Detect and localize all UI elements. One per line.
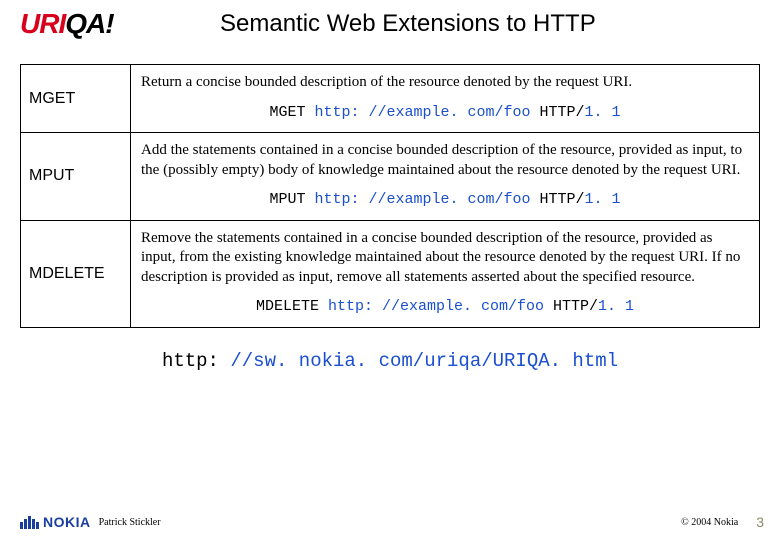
table-row: MPUT Add the statements contained in a c… [21,133,760,221]
method-desc: Remove the statements contained in a con… [141,229,749,288]
logo-part-black: QA! [65,8,113,39]
url-scheme: http: [162,350,230,372]
method-desc: Add the statements contained in a concis… [141,141,749,180]
logo-part-red: URI [20,8,65,39]
method-code: MDELETE http: //example. com/foo HTTP/1.… [141,297,749,317]
copyright: © 2004 Nokia [681,517,738,528]
uriqa-logo: URIQA! [20,8,160,40]
method-desc-cell: Return a concise bounded description of … [131,65,760,133]
code-proto: HTTP/ [553,298,598,315]
code-url: http: //example. com/foo [314,104,530,121]
method-desc-cell: Add the statements contained in a concis… [131,133,760,221]
code-proto: HTTP/ [540,191,585,208]
method-name: MDELETE [21,220,131,327]
code-method: MGET [269,104,305,121]
code-url: http: //example. com/foo [328,298,544,315]
url-rest: //sw. nokia. com/uriqa/URIQA. html [230,350,618,372]
slide-title: Semantic Web Extensions to HTTP [220,10,596,38]
table-row: MDELETE Remove the statements contained … [21,220,760,327]
code-method: MPUT [269,191,305,208]
code-ver: 1. 1 [585,104,621,121]
method-desc-cell: Remove the statements contained in a con… [131,220,760,327]
code-ver: 1. 1 [585,191,621,208]
method-code: MPUT http: //example. com/foo HTTP/1. 1 [141,190,749,210]
author: Patrick Stickler [99,517,161,528]
nokia-wordmark: NOKIA [43,514,91,530]
nokia-bars-icon [20,516,39,529]
methods-table: MGET Return a concise bounded descriptio… [20,64,760,328]
slide-number: 3 [756,514,764,530]
table-row: MGET Return a concise bounded descriptio… [21,65,760,133]
method-name: MGET [21,65,131,133]
method-name: MPUT [21,133,131,221]
code-ver: 1. 1 [598,298,634,315]
footer: NOKIA Patrick Stickler © 2004 Nokia 3 [0,514,780,530]
nokia-logo: NOKIA [20,514,91,530]
reference-url: http: //sw. nokia. com/uriqa/URIQA. html [0,350,780,372]
code-proto: HTTP/ [540,104,585,121]
method-desc: Return a concise bounded description of … [141,73,749,93]
method-code: MGET http: //example. com/foo HTTP/1. 1 [141,103,749,123]
header: URIQA! Semantic Web Extensions to HTTP [0,0,780,46]
code-method: MDELETE [256,298,319,315]
code-url: http: //example. com/foo [314,191,530,208]
